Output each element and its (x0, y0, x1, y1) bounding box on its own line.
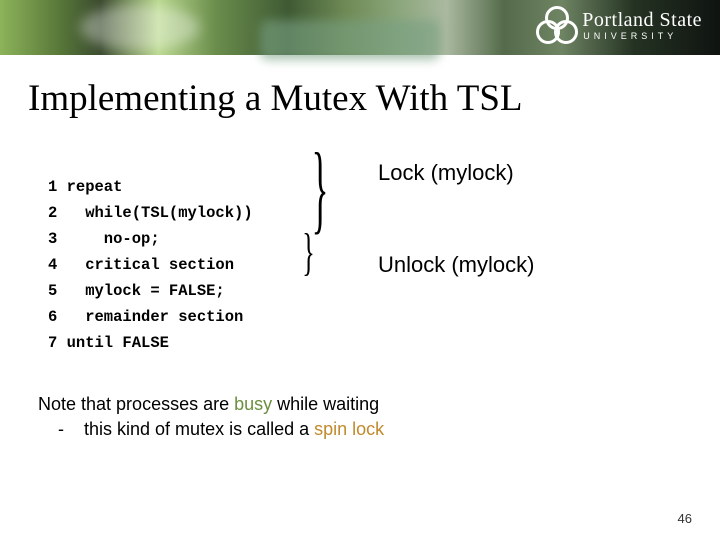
note-text: Note that processes are (38, 394, 234, 414)
code-line-2: 2 while(TSL(mylock)) (48, 204, 253, 222)
annotation-lock: Lock (mylock) (378, 160, 514, 186)
code-line-1: 1 repeat (48, 178, 122, 196)
footnote: Note that processes are busy while waiti… (38, 392, 658, 442)
code-line-7: 7 until FALSE (48, 334, 169, 352)
note-text: while waiting (272, 394, 379, 414)
code-line-3: 3 no-op; (48, 230, 160, 248)
annotation-unlock: Unlock (mylock) (378, 252, 534, 278)
brace-icon: } (302, 223, 314, 282)
code-line-5: 5 mylock = FALSE; (48, 282, 225, 300)
page-number: 46 (678, 511, 692, 526)
content-area: 1 repeat 2 while(TSL(mylock)) 3 no-op; 4… (48, 148, 678, 356)
note-spinlock: spin lock (314, 419, 384, 439)
slide-banner: Portland State UNIVERSITY (0, 0, 720, 55)
logo-mark-icon (538, 8, 572, 42)
university-logo: Portland State UNIVERSITY (538, 8, 702, 42)
note-busy: busy (234, 394, 272, 414)
code-line-6: 6 remainder section (48, 308, 243, 326)
code-block: 1 repeat 2 while(TSL(mylock)) 3 no-op; 4… (48, 148, 678, 356)
logo-name: Portland State (582, 10, 702, 30)
note-text: this kind of mutex is called a (84, 419, 314, 439)
slide-title: Implementing a Mutex With TSL (28, 77, 720, 120)
logo-sub: UNIVERSITY (583, 32, 702, 41)
code-line-4: 4 critical section (48, 256, 234, 274)
